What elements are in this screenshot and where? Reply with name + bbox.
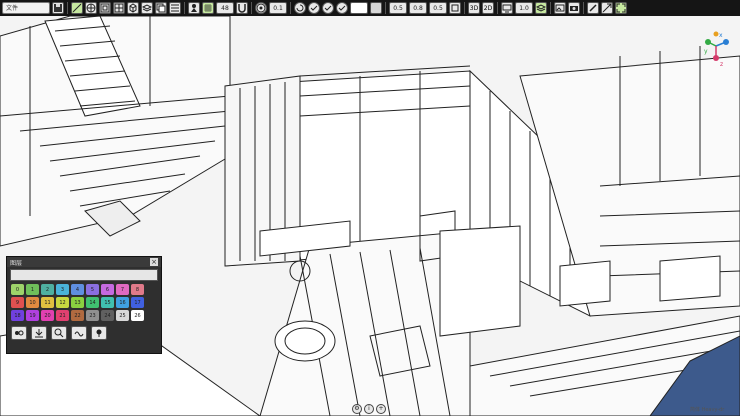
add-icon[interactable]: + bbox=[376, 404, 386, 414]
layer-color-swatch[interactable]: 7 bbox=[116, 284, 129, 295]
panel-header: 图层 × bbox=[7, 257, 161, 267]
color-swatch-icon[interactable] bbox=[370, 2, 382, 14]
layer-color-swatch[interactable]: 12 bbox=[56, 297, 69, 308]
top-toolbar: 文件 48 0.1 0.5 0.8 0.5 3D 2D 1.0 bbox=[0, 0, 740, 16]
file-search-input[interactable]: 文件 bbox=[2, 2, 50, 14]
panel-title: 图层 bbox=[10, 259, 23, 267]
grid-size-field[interactable]: 48 bbox=[216, 2, 234, 14]
group-icon[interactable] bbox=[11, 326, 27, 340]
layer-color-swatch[interactable]: 11 bbox=[41, 297, 54, 308]
magnet-icon[interactable] bbox=[236, 2, 248, 14]
image-icon[interactable] bbox=[554, 2, 566, 14]
settings-icon[interactable]: ⚙ bbox=[352, 404, 362, 414]
arrange-icon[interactable] bbox=[169, 2, 181, 14]
target-icon[interactable] bbox=[255, 2, 267, 14]
toolbar-divider bbox=[290, 2, 291, 14]
axis-gizmo[interactable]: x y z bbox=[702, 28, 730, 68]
layer-color-swatch[interactable]: 13 bbox=[71, 297, 84, 308]
fullscreen-icon[interactable] bbox=[615, 2, 627, 14]
layer-color-swatch[interactable]: 1 bbox=[26, 284, 39, 295]
info-icon[interactable]: i bbox=[364, 404, 374, 414]
pin-icon[interactable] bbox=[91, 326, 107, 340]
opacity-field[interactable]: 0.5 bbox=[389, 2, 407, 14]
check-icon[interactable] bbox=[308, 2, 320, 14]
import-icon[interactable] bbox=[31, 326, 47, 340]
layer-color-swatch[interactable]: 26 bbox=[131, 310, 144, 321]
monitor-icon[interactable] bbox=[501, 2, 513, 14]
opacity-field[interactable]: 0.5 bbox=[429, 2, 447, 14]
layer-color-swatch[interactable]: 14 bbox=[86, 297, 99, 308]
axis-label-z: z bbox=[720, 61, 723, 68]
line-tool-icon[interactable] bbox=[71, 2, 83, 14]
layer-color-swatch[interactable]: 6 bbox=[101, 284, 114, 295]
layer-swatch-grid: 0 1 2 3 4 5 6 7 8 9 10 11 12 13 14 15 16 17 18 19 20 21 22 23 24… bbox=[11, 284, 161, 321]
toolbar-divider bbox=[464, 2, 465, 14]
grid-icon[interactable] bbox=[113, 2, 125, 14]
layer-color-swatch[interactable]: 5 bbox=[86, 284, 99, 295]
toolbar-divider bbox=[67, 2, 68, 14]
cube-icon[interactable] bbox=[127, 2, 139, 14]
pen-icon[interactable] bbox=[587, 2, 599, 14]
layer-color-swatch[interactable]: 19 bbox=[26, 310, 39, 321]
toolbar-divider bbox=[497, 2, 498, 14]
panel-toolbar bbox=[11, 326, 161, 340]
3d-scene-viewport[interactable] bbox=[0, 16, 740, 416]
copy-icon[interactable] bbox=[155, 2, 167, 14]
search-icon[interactable] bbox=[51, 326, 67, 340]
character-icon[interactable] bbox=[188, 2, 200, 14]
square-icon[interactable] bbox=[449, 2, 461, 14]
opacity-field[interactable]: 0.8 bbox=[409, 2, 427, 14]
layer-color-swatch[interactable]: 23 bbox=[86, 310, 99, 321]
check-icon[interactable] bbox=[336, 2, 348, 14]
layer-color-swatch[interactable]: 2 bbox=[41, 284, 54, 295]
line-width-field[interactable]: 0.1 bbox=[269, 2, 287, 14]
axis-label-y: y bbox=[704, 48, 708, 55]
layer-color-swatch[interactable]: 10 bbox=[26, 297, 39, 308]
bottom-controls: ⚙ i + bbox=[352, 404, 386, 414]
layer-color-swatch[interactable]: 4 bbox=[71, 284, 84, 295]
rotate-icon[interactable] bbox=[294, 2, 306, 14]
layer-color-swatch[interactable]: 18 bbox=[11, 310, 24, 321]
globe-icon[interactable] bbox=[85, 2, 97, 14]
layer-color-swatch[interactable]: 25 bbox=[116, 310, 129, 321]
view-2d-button[interactable]: 2D bbox=[482, 2, 494, 14]
layer-color-swatch[interactable]: 3 bbox=[56, 284, 69, 295]
layer-color-swatch[interactable]: 20 bbox=[41, 310, 54, 321]
layer-color-swatch[interactable]: 9 bbox=[11, 297, 24, 308]
color-swatch-icon[interactable] bbox=[350, 2, 368, 14]
toolbar-divider bbox=[251, 2, 252, 14]
grid-toggle-icon[interactable] bbox=[202, 2, 214, 14]
layer-color-swatch[interactable]: 17 bbox=[131, 297, 144, 308]
layer-color-swatch[interactable]: 22 bbox=[71, 310, 84, 321]
layer-color-swatch[interactable]: 8 bbox=[131, 284, 144, 295]
toolbar-divider bbox=[550, 2, 551, 14]
export-icon[interactable] bbox=[601, 2, 613, 14]
camera-icon[interactable] bbox=[568, 2, 580, 14]
layer-color-swatch[interactable]: 24 bbox=[101, 310, 114, 321]
layer-color-swatch[interactable]: 21 bbox=[56, 310, 69, 321]
toolbar-divider bbox=[583, 2, 584, 14]
toolbar-divider bbox=[184, 2, 185, 14]
close-icon[interactable]: × bbox=[150, 258, 158, 266]
layer-panel: 图层 × 0 1 2 3 4 5 6 7 8 9 10 11 12 13 14 15 16 17 18 19 20 21 2… bbox=[6, 256, 162, 354]
check-icon[interactable] bbox=[322, 2, 334, 14]
layer-name-input[interactable] bbox=[10, 269, 158, 281]
scale-field[interactable]: 1.0 bbox=[515, 2, 533, 14]
wave-icon[interactable] bbox=[71, 326, 87, 340]
view-3d-button[interactable]: 3D bbox=[468, 2, 480, 14]
toolbar-divider bbox=[385, 2, 386, 14]
layers-icon[interactable] bbox=[141, 2, 153, 14]
axis-label-x: x bbox=[719, 32, 723, 39]
layer-color-swatch[interactable]: 16 bbox=[116, 297, 129, 308]
layer-color-swatch[interactable]: 15 bbox=[101, 297, 114, 308]
layers-stack-icon[interactable] bbox=[535, 2, 547, 14]
frame-icon[interactable] bbox=[99, 2, 111, 14]
status-text: 简体 Heavy-dr bbox=[690, 407, 725, 413]
save-icon[interactable] bbox=[52, 2, 64, 14]
layer-color-swatch[interactable]: 0 bbox=[11, 284, 24, 295]
